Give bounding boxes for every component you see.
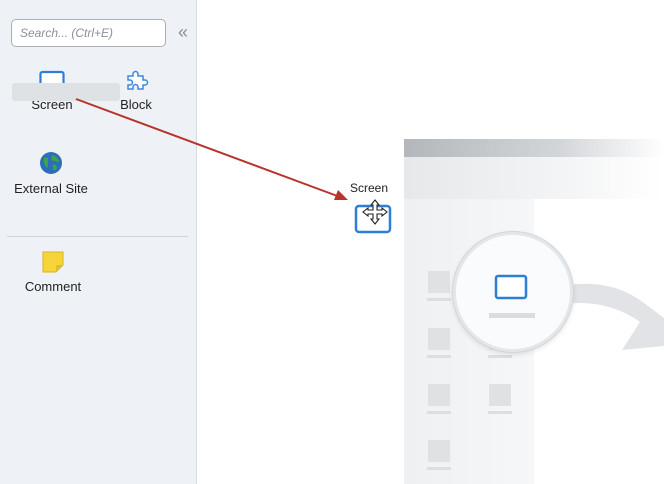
placeholder-tile-caption [427, 298, 451, 301]
placeholder-tile-caption [427, 355, 451, 358]
globe-icon [40, 152, 62, 174]
palette-item-label: External Site [14, 181, 88, 196]
sticky-note-icon [42, 251, 64, 273]
drag-preview-screen-icon [354, 199, 392, 234]
window-search-placeholder [12, 83, 120, 101]
placeholder-tile [489, 384, 511, 406]
placeholder-tile [428, 271, 450, 293]
placeholder-tile [428, 384, 450, 406]
placeholder-tile [428, 328, 450, 350]
drag-preview-label: Screen [350, 181, 389, 195]
placeholder-tile-caption [427, 467, 451, 470]
placeholder-tile-caption [488, 355, 512, 358]
block-puzzle-icon [127, 70, 149, 90]
placeholder-tile-caption [427, 411, 451, 414]
palette-divider [7, 236, 188, 237]
window-title-bar [404, 139, 664, 157]
palette-item-label: Comment [24, 279, 82, 294]
collapse-sidebar-icon[interactable]: « [174, 22, 192, 42]
palette-item-external-site[interactable]: External Site [6, 150, 96, 196]
placeholder-tile [428, 440, 450, 462]
placeholder-tile-caption [488, 411, 512, 414]
magnifier-lens [453, 232, 573, 352]
palette-item-label: Block [120, 97, 152, 112]
screen-icon [489, 274, 535, 318]
search-input[interactable]: Search... (Ctrl+E) [11, 19, 166, 47]
palette-sidebar: Search... (Ctrl+E) « Screen Block Extern… [0, 0, 197, 484]
palette-item-comment[interactable]: Comment [14, 250, 92, 294]
window-toolbar [404, 157, 664, 199]
